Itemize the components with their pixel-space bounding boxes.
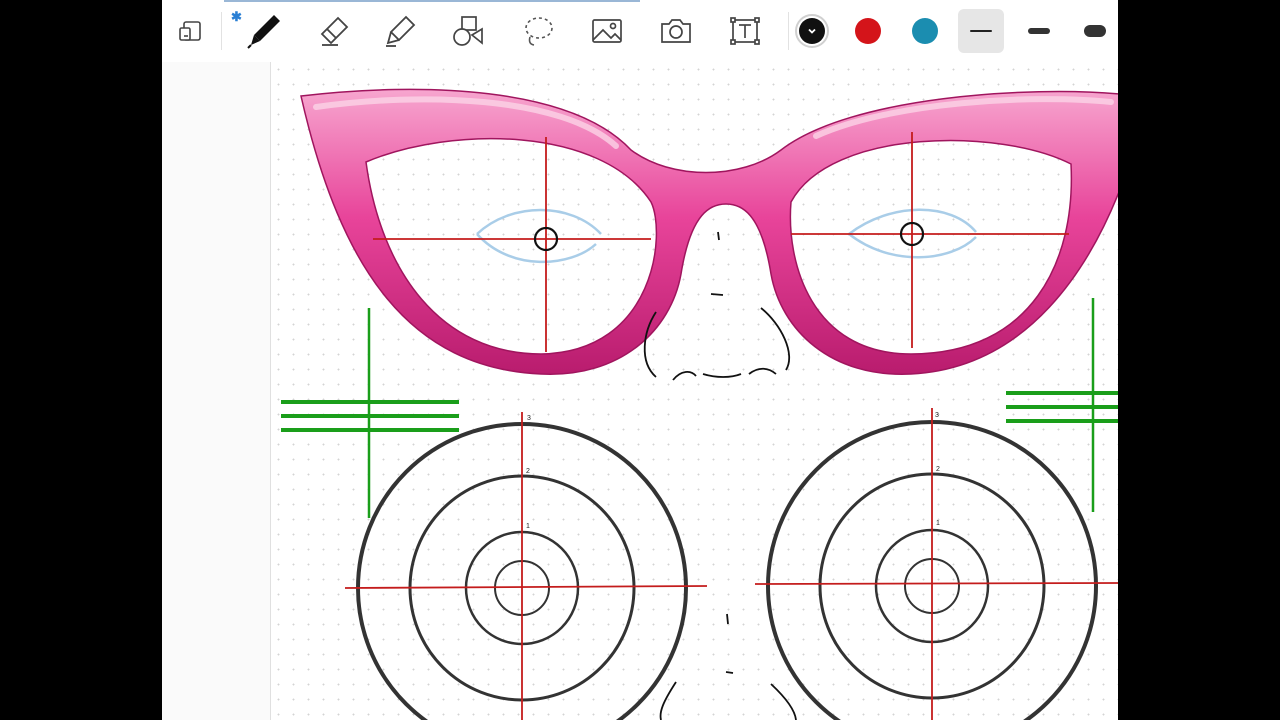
- pages-icon[interactable]: [169, 9, 213, 53]
- left-eye-sketch: [476, 208, 602, 264]
- green-guide-marks: [281, 298, 1118, 518]
- ring-label-1: 1: [936, 520, 940, 527]
- lasso-icon[interactable]: [516, 9, 560, 53]
- ring-label-3: 3: [935, 412, 939, 419]
- glasses-frame: [300, 88, 1118, 375]
- color-swatch-teal[interactable]: [912, 18, 938, 44]
- page-sidebar: [162, 62, 271, 720]
- stroke-thick-icon: [1084, 25, 1106, 37]
- ring-label-1: 1: [526, 523, 530, 530]
- toolbar-divider: [788, 12, 789, 50]
- bluetooth-icon: ✱: [231, 9, 242, 24]
- camera-icon[interactable]: [654, 9, 698, 53]
- ring-label-2: 2: [936, 466, 940, 473]
- lens-guide-lines: [373, 132, 1069, 352]
- drawing-canvas[interactable]: 3 2 1 3 2 1: [271, 62, 1118, 720]
- ring-label-3: 3: [527, 415, 531, 422]
- stroke-thin-button[interactable]: [958, 9, 1004, 53]
- stroke-thin-icon: [970, 30, 992, 32]
- highlighter-icon[interactable]: [378, 9, 422, 53]
- ring-label-2: 2: [526, 468, 530, 475]
- stroke-medium-icon: [1028, 28, 1050, 34]
- toolbar-divider: [221, 12, 222, 50]
- shapes-icon[interactable]: [446, 9, 490, 53]
- sync-progress-bar: [224, 0, 640, 2]
- text-box-icon[interactable]: [723, 9, 767, 53]
- stroke-medium-button[interactable]: [1016, 9, 1062, 53]
- stroke-thick-button[interactable]: [1072, 9, 1118, 53]
- pen-icon[interactable]: [242, 9, 286, 53]
- image-icon[interactable]: [585, 9, 629, 53]
- toolbar: ✱: [162, 0, 1118, 63]
- notes-app-window: ✱ 3 2 1 3 2 1: [162, 0, 1118, 720]
- color-swatch-black[interactable]: [799, 18, 825, 44]
- eraser-icon[interactable]: [312, 9, 356, 53]
- canvas-drawing: 3 2 1 3 2 1: [281, 88, 1118, 720]
- color-swatch-red[interactable]: [855, 18, 881, 44]
- chevron-down-icon: [808, 28, 816, 34]
